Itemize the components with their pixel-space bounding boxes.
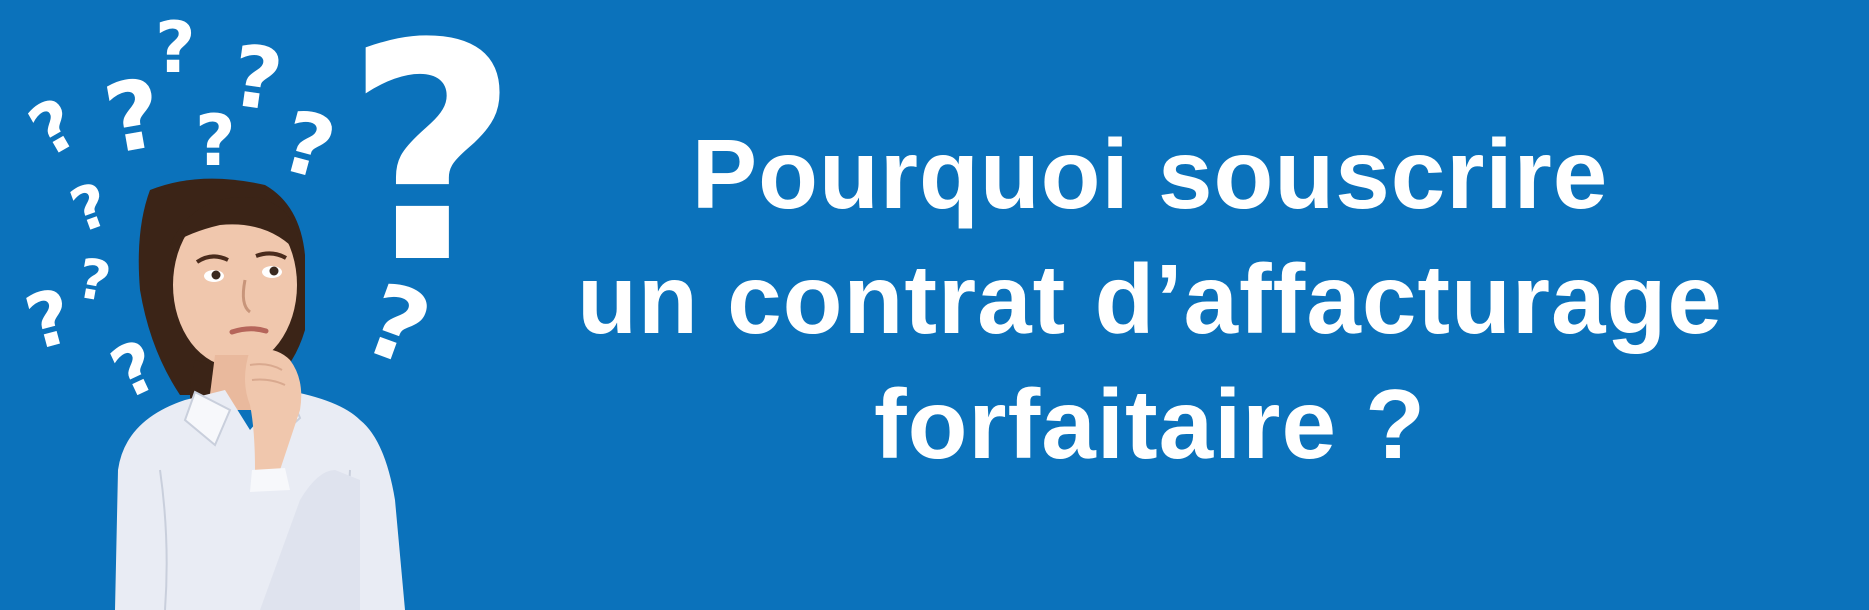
- headline-line-1: Pourquoi souscrire: [691, 119, 1609, 229]
- banner: ? ? ? ? ? ? ? ? ? ? ? ? Pourquoi souscri…: [0, 0, 1869, 610]
- headline: Pourquoi souscrire un contrat d’affactur…: [500, 112, 1800, 487]
- question-mark-icon: ?: [73, 246, 116, 315]
- question-mark-icon: ?: [17, 271, 82, 367]
- thinking-woman-graphic: ? ? ? ? ? ? ? ? ? ? ? ?: [16, 0, 519, 610]
- question-mark-icon: ?: [271, 92, 344, 200]
- headline-line-3: forfaitaire ?: [873, 369, 1427, 479]
- headline-line-2: un contrat d’affacturage: [577, 244, 1723, 354]
- question-mark-icon: ?: [155, 7, 196, 89]
- thinking-woman-illustration: ? ? ? ? ? ? ? ? ? ? ? ?: [0, 0, 560, 610]
- question-mark-icon: ?: [195, 100, 236, 182]
- question-mark-icon: ?: [62, 170, 119, 248]
- question-mark-icon: ?: [16, 82, 92, 173]
